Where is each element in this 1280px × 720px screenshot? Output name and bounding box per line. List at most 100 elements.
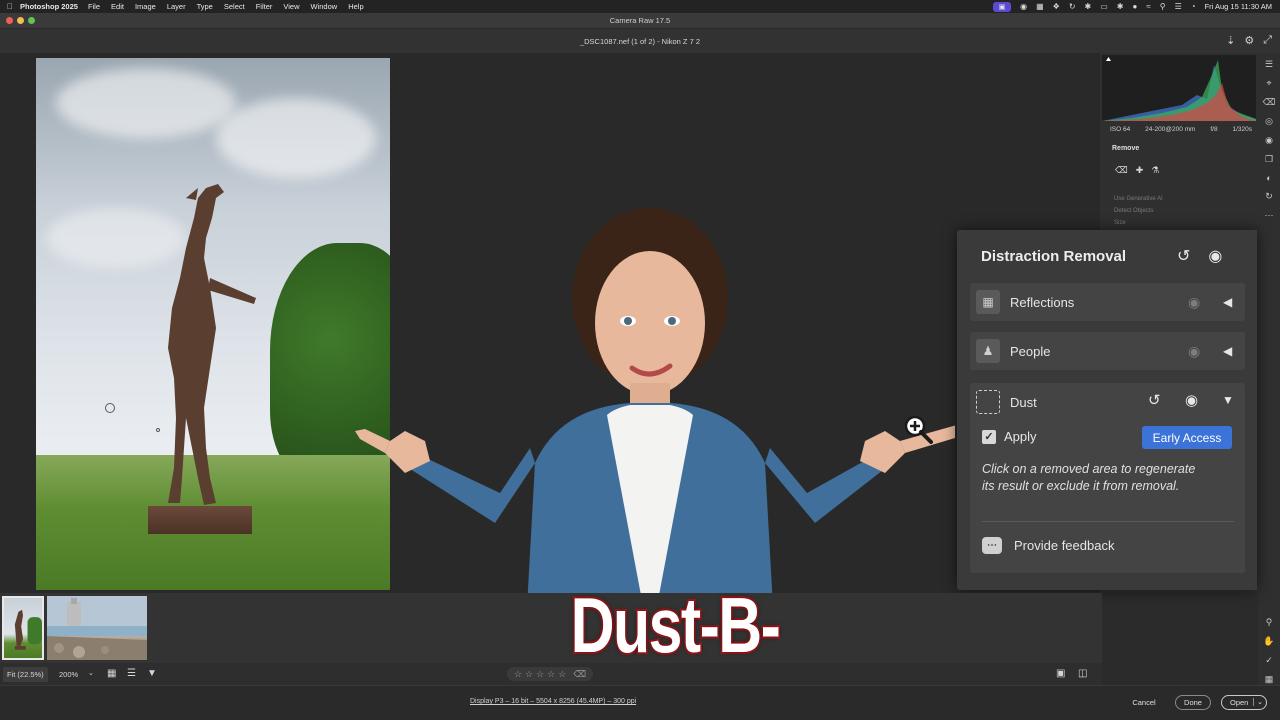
close-window-icon[interactable] (6, 17, 13, 24)
dust-reset-icon[interactable]: ↺ (1148, 391, 1161, 409)
dust-spot-marker[interactable] (156, 428, 160, 432)
divider (982, 521, 1234, 522)
menu-view[interactable]: View (283, 2, 299, 11)
zoom-level[interactable]: 200% (59, 670, 78, 679)
reflections-icon: ▦ (976, 290, 1000, 314)
trash-icon[interactable]: ⌫ (573, 669, 586, 680)
size-slider-label: Size (1114, 220, 1126, 226)
menu-filter[interactable]: Filter (256, 2, 273, 11)
star-icon[interactable]: ☆ (536, 669, 544, 680)
edit-sliders-icon[interactable]: ☰ (1265, 59, 1273, 70)
menu-image[interactable]: Image (135, 2, 156, 11)
open-button-label: Open (1230, 698, 1249, 707)
photo-preview[interactable] (36, 58, 390, 590)
layers-icon[interactable]: ❐ (1265, 154, 1273, 165)
star-icon[interactable]: ☆ (547, 669, 555, 680)
star-icon[interactable]: ☆ (525, 669, 533, 680)
settings-gear-icon[interactable]: ⚙ (1244, 34, 1254, 47)
zoom-tool-icon[interactable]: ⚲ (1266, 617, 1273, 628)
detect-objects-option[interactable]: Detect Objects (1114, 205, 1163, 217)
open-button[interactable]: Open ⌄ (1221, 695, 1267, 710)
filmstrip-thumb-shore[interactable] (47, 596, 147, 660)
record-icon[interactable]: ◉ (1020, 2, 1027, 11)
menu-app-name[interactable]: Photoshop 2025 (20, 2, 78, 11)
hand-tool-icon[interactable]: ✋ (1263, 636, 1274, 647)
workflow-options-link[interactable]: Display P3 – 16 bit – 5504 x 8256 (45.4M… (470, 698, 636, 705)
people-row[interactable]: ♟ People ◉ ◀ (970, 332, 1245, 370)
feedback-bubble-icon: ⋯ (982, 537, 1002, 554)
done-button[interactable]: Done (1175, 695, 1211, 710)
reset-icon[interactable]: ↺ (1177, 246, 1190, 266)
menu-type[interactable]: Type (197, 2, 213, 11)
dust-collapse-icon[interactable]: ▼ (1222, 393, 1234, 407)
star-icon[interactable]: ☆ (558, 669, 566, 680)
presets-icon[interactable]: ◐ (1266, 173, 1271, 183)
cancel-button[interactable]: Cancel (1128, 695, 1160, 710)
save-image-icon[interactable]: ⇣ (1226, 34, 1235, 47)
reflections-expand-icon[interactable]: ◀ (1223, 295, 1232, 309)
zoom-dropdown-icon[interactable]: ⌄ (88, 669, 94, 677)
people-eye-icon[interactable]: ◉ (1188, 343, 1200, 360)
file-bar-tools: ⇣ ⚙ ⤢ (1226, 34, 1272, 47)
control-center-icon[interactable]: ☰ (1175, 2, 1182, 11)
grid-icon[interactable]: ▦ (1265, 674, 1274, 685)
use-generative-ai-option[interactable]: Use Generative AI (1114, 193, 1163, 205)
single-view-icon[interactable]: ▣ (1056, 668, 1065, 679)
dropbox-icon[interactable]: ❖ (1053, 2, 1060, 11)
menu-bar-clock[interactable]: Fri Aug 15 11:30 AM (1205, 2, 1272, 11)
snapshot-icon[interactable]: ↻ (1265, 191, 1273, 202)
siri-icon[interactable]: ◔ (1191, 2, 1196, 11)
more-options-icon[interactable]: ⋯ (1265, 210, 1274, 221)
fit-zoom-button[interactable]: Fit (22.5%) (3, 667, 48, 682)
remove-tool-icon[interactable]: ⌫ (1263, 97, 1276, 108)
masking-icon[interactable]: ◎ (1265, 116, 1273, 127)
color-sampler-icon[interactable]: ✓ (1265, 655, 1273, 666)
star-icon[interactable]: ☆ (514, 669, 522, 680)
zoom-window-icon[interactable] (28, 17, 35, 24)
filmstrip-thumb-statue[interactable] (2, 596, 44, 660)
wifi-icon[interactable]: ≈ (1146, 2, 1150, 11)
search-icon[interactable]: ⚲ (1160, 2, 1166, 11)
reflections-row[interactable]: ▦ Reflections ◉ ◀ (970, 283, 1245, 321)
calendar-icon[interactable]: ▦ (1036, 2, 1044, 11)
apply-checkbox[interactable]: ✓ (982, 429, 996, 444)
minimize-window-icon[interactable] (17, 17, 24, 24)
apply-row: ✓ Apply (982, 429, 1037, 444)
user-icon[interactable]: ● (1132, 2, 1137, 11)
red-eye-icon[interactable]: ◉ (1265, 135, 1273, 146)
dust-row[interactable]: Dust ↺ ◉ ▼ (970, 383, 1245, 421)
menu-help[interactable]: Help (348, 2, 363, 11)
visibility-eye-icon[interactable]: ◉ (1208, 246, 1222, 266)
screen-share-icon[interactable]: ▣ (993, 1, 1012, 12)
people-label: People (1010, 343, 1051, 359)
heal-icon[interactable]: ✚ (1136, 165, 1144, 176)
filmstrip-view-icon[interactable]: ▦ (107, 668, 116, 679)
reflections-eye-icon[interactable]: ◉ (1188, 294, 1200, 311)
star-rating[interactable]: ☆ ☆ ☆ ☆ ☆ ⌫ (507, 667, 593, 681)
battery-icon[interactable]: ▭ (1100, 2, 1108, 11)
dust-eye-icon[interactable]: ◉ (1185, 391, 1198, 409)
sort-icon[interactable]: ☰ (127, 668, 136, 679)
open-options-chevron-icon[interactable]: ⌄ (1253, 698, 1263, 706)
dust-spot-marker[interactable] (105, 403, 115, 413)
statue-pedestal (148, 506, 252, 534)
menu-window[interactable]: Window (311, 2, 338, 11)
menu-select[interactable]: Select (224, 2, 245, 11)
bluetooth-icon[interactable]: ✱ (1117, 2, 1124, 11)
filter-icon[interactable]: ▼ (147, 668, 157, 679)
eraser-icon[interactable]: ⌫ (1115, 165, 1128, 176)
image-canvas[interactable] (0, 53, 1100, 643)
apple-icon[interactable]:  (0, 2, 20, 11)
menu-file[interactable]: File (88, 2, 100, 11)
sync-icon[interactable]: ↻ (1069, 2, 1076, 11)
before-after-icon[interactable]: ◫ (1078, 668, 1087, 679)
fullscreen-icon[interactable]: ⤢ (1263, 34, 1272, 47)
people-expand-icon[interactable]: ◀ (1223, 344, 1232, 358)
clone-stamp-icon[interactable]: ⚗ (1151, 165, 1159, 176)
provide-feedback-link[interactable]: ⋯ Provide feedback (982, 537, 1114, 554)
menu-edit[interactable]: Edit (111, 2, 124, 11)
crop-icon[interactable]: ⌖ (1266, 78, 1271, 89)
bolt-icon[interactable]: ✱ (1085, 2, 1092, 11)
menu-layer[interactable]: Layer (167, 2, 186, 11)
people-icon: ♟ (976, 339, 1000, 363)
